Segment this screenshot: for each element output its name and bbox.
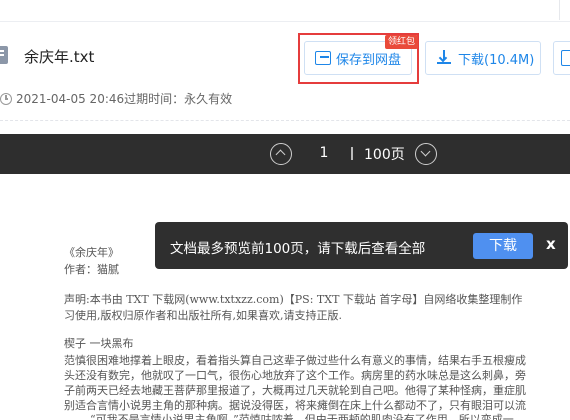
- file-meta: 2021-04-05 20:46 过期时间： 永久有效: [0, 90, 232, 107]
- doc-line: 作者：猫腻: [64, 263, 119, 276]
- doc-line: 《余庆年》: [64, 246, 119, 259]
- doc-line: 子前两天已经去地藏王菩萨那里报道了，大概再过几天就轮到自己吧。他得了某种怪病，重…: [64, 384, 526, 397]
- expiry-value: 永久有效: [184, 92, 233, 106]
- doc-line: 习使用,版权归原作者和出版社所有,如果喜欢,请支持正版.: [64, 309, 342, 322]
- doc-line: 声明:本书由 TXT 下载网(www.txtxzz.com)【PS: TXT 下…: [64, 293, 523, 306]
- toast-close-icon[interactable]: x: [546, 235, 556, 253]
- toast-download-button[interactable]: 下载: [473, 233, 533, 259]
- page-separator: [351, 147, 353, 160]
- download-label: 下载(10.4M): [458, 52, 535, 68]
- pager-bar: 1 100页: [0, 134, 570, 174]
- toast-message: 文档最多预览前100页，请下载后查看全部: [170, 241, 426, 257]
- more-button[interactable]: [553, 41, 570, 75]
- doc-line: 楔子 一块黑布: [64, 337, 134, 350]
- file-title: 余庆年.txt: [24, 48, 95, 66]
- previous-page-icon[interactable]: [270, 143, 292, 165]
- total-pages: 100页: [364, 147, 405, 163]
- doc-line: “可我不是言情小说男主角啊。”范慎咕哝着，但由于两颊的肌肉没有了作用，所以变成一: [90, 413, 514, 420]
- top-strip: [0, 0, 570, 22]
- doc-line: 范慎很困难地撑着上眼皮，看着指头算自己这辈子做过些什么有意义的事情，结果右手五根…: [64, 354, 526, 367]
- download-icon: [436, 50, 452, 66]
- red-packet-badge: 领红包: [385, 35, 419, 49]
- top-strip-divider: [559, 0, 560, 20]
- save-to-drive-icon: [315, 51, 331, 65]
- document-icon: [561, 50, 570, 66]
- clock-icon: [0, 92, 12, 105]
- doc-line: 头还没有数完，他就叹了一口气，很伤心地放弃了这个工作。病房里的药水味总是这么刺鼻…: [64, 369, 526, 382]
- save-to-drive-label: 保存到网盘: [336, 52, 402, 68]
- expiry-label: 过期时间：: [124, 92, 185, 106]
- current-page: 1: [319, 145, 329, 161]
- preview-limit-toast: 文档最多预览前100页，请下载后查看全部 下载 x: [155, 222, 568, 269]
- download-button[interactable]: 下载(10.4M): [425, 41, 541, 75]
- next-page-icon[interactable]: [415, 143, 437, 165]
- file-type-icon: [0, 46, 8, 64]
- upload-date: 2021-04-05 20:46: [16, 91, 125, 106]
- divider: [0, 120, 570, 121]
